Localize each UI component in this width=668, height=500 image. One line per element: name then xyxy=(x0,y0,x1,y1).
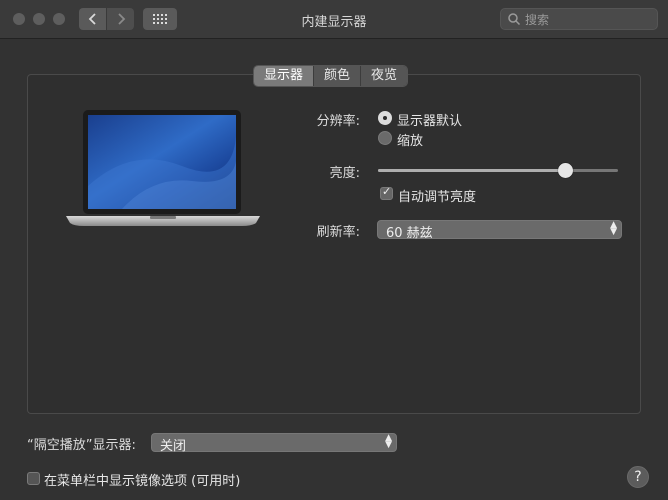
brightness-label: 亮度: xyxy=(329,166,360,181)
tab-color[interactable]: 颜色 xyxy=(314,66,362,86)
search-field[interactable]: 搜索 xyxy=(500,8,658,30)
auto-brightness-checkbox[interactable]: ✓ xyxy=(380,185,393,200)
laptop-image xyxy=(66,110,260,226)
auto-brightness-label: 自动调节亮度 xyxy=(398,190,477,205)
refresh-rate-popup[interactable]: 60 赫兹 ▲ ▼ xyxy=(377,220,622,241)
airplay-display-value: 关闭 xyxy=(160,439,187,454)
resolution-scaled-label: 缩放 xyxy=(397,134,424,149)
help-button[interactable]: ? xyxy=(627,466,649,488)
refresh-rate-value: 60 赫兹 xyxy=(386,226,433,241)
mirror-options-label: 在菜单栏中显示镜像选项 (可用时) xyxy=(44,474,241,489)
airplay-display-label: “隔空播放”显示器: xyxy=(27,438,136,453)
tab-display[interactable]: 显示器 xyxy=(254,66,315,86)
search-placeholder: 搜索 xyxy=(525,12,550,27)
mirror-options-checkbox[interactable] xyxy=(27,472,40,485)
tab-night-shift[interactable]: 夜览 xyxy=(361,66,408,86)
brightness-slider[interactable] xyxy=(378,163,618,178)
tab-bar: 显示器 颜色 夜览 xyxy=(253,65,409,87)
brightness-slider-thumb[interactable] xyxy=(558,163,573,178)
search-icon xyxy=(508,13,521,26)
checkmark-icon: ✓ xyxy=(382,185,392,198)
resolution-scaled-radio[interactable] xyxy=(378,131,392,145)
refresh-rate-label: 刷新率: xyxy=(316,225,360,240)
updown-arrows-icon: ▲ ▼ xyxy=(385,433,392,450)
resolution-default-radio[interactable] xyxy=(378,111,392,125)
title-bar: 内建显示器 搜索 xyxy=(0,0,668,39)
resolution-default-label: 显示器默认 xyxy=(397,114,463,129)
resolution-label: 分辨率: xyxy=(316,114,360,129)
brightness-slider-fill xyxy=(378,169,566,172)
airplay-display-popup[interactable]: 关闭 ▲ ▼ xyxy=(151,433,397,454)
updown-arrows-icon: ▲ ▼ xyxy=(610,220,617,237)
